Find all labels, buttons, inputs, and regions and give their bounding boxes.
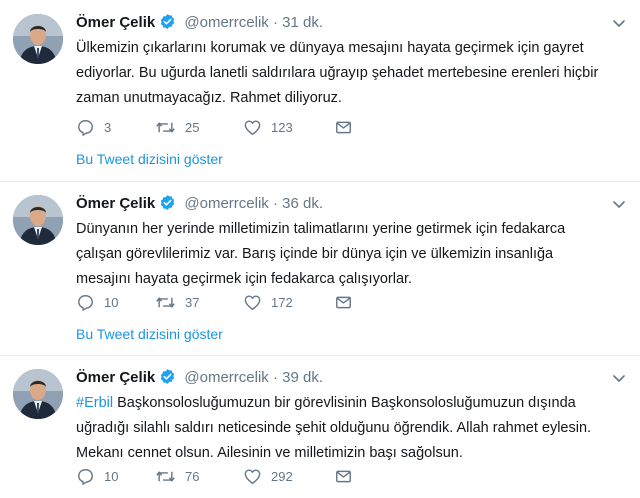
direct-message-button[interactable] — [334, 293, 353, 312]
reply-button[interactable]: 10 — [76, 467, 155, 486]
tweet[interactable]: Ömer Çelik @omerrcelik · 39 dk. #Erbil B… — [0, 355, 640, 498]
reply-count: 3 — [104, 119, 112, 135]
retweet-button[interactable]: 76 — [155, 467, 243, 486]
separator-dot: · — [272, 14, 278, 31]
tweet-text-line: Ülkemizin çıkarlarını korumak ve dünyaya… — [76, 40, 584, 56]
tweet-text-segment: Başkonsolosluğumuzun bir görevlisinin Ba… — [113, 395, 576, 411]
reply-button[interactable]: 3 — [76, 118, 155, 137]
tweet-text: #Erbil Başkonsolosluğumuzun bir görevlis… — [76, 391, 632, 466]
show-thread-link[interactable]: Bu Tweet dizisini göster — [76, 326, 223, 342]
tweet-text-line: #Erbil Başkonsolosluğumuzun bir görevlis… — [76, 391, 632, 416]
display-name[interactable]: Ömer Çelik — [76, 195, 155, 212]
show-thread-link[interactable]: Bu Tweet dizisini göster — [76, 151, 223, 167]
direct-message-button[interactable] — [334, 118, 353, 137]
tweet-text-line: ediyorlar. Bu uğurda lanetli saldırılara… — [76, 65, 599, 81]
like-count: 172 — [271, 294, 293, 310]
reply-count: 10 — [104, 468, 119, 484]
tweet-header: Ömer Çelik @omerrcelik · 31 dk. — [76, 12, 323, 34]
tweet-text-line: Mekanı cennet olsun. Ailesinin ve millet… — [76, 445, 463, 461]
tweet-actions: 10 76 292 — [76, 465, 353, 487]
tweet-text-line: Dünyanın her yerinde milletimizin talima… — [76, 221, 566, 237]
tweet-timestamp[interactable]: 31 dk. — [282, 14, 323, 31]
hashtag-link[interactable]: #Erbil — [76, 395, 113, 411]
tweet-timestamp[interactable]: 36 dk. — [282, 195, 323, 212]
avatar[interactable] — [13, 369, 63, 419]
tweet-text-line: çalışan görevlilerimiz var. Barış içinde… — [76, 246, 554, 262]
verified-badge-icon — [159, 368, 176, 392]
reply-icon — [76, 118, 95, 137]
separator-dot: · — [272, 195, 278, 212]
message-icon — [334, 293, 353, 312]
tweet-actions: 3 25 123 — [76, 116, 353, 138]
user-handle[interactable]: @omerrcelik — [184, 14, 268, 31]
tweet[interactable]: Ömer Çelik @omerrcelik · 31 dk. Ülkemizi… — [0, 0, 640, 181]
display-name[interactable]: Ömer Çelik — [76, 14, 155, 31]
verified-badge-icon — [159, 194, 176, 218]
display-name[interactable]: Ömer Çelik — [76, 369, 155, 386]
retweet-icon — [155, 293, 176, 312]
user-handle[interactable]: @omerrcelik — [184, 369, 268, 386]
tweet-header: Ömer Çelik @omerrcelik · 39 dk. — [76, 367, 323, 389]
reply-icon — [76, 293, 95, 312]
like-icon — [243, 467, 262, 486]
reply-count: 10 — [104, 294, 119, 310]
retweet-icon — [155, 118, 176, 137]
tweet-text-line: zaman unutmayacağız. Rahmet diliyoruz. — [76, 90, 342, 106]
chevron-down-icon[interactable] — [612, 197, 626, 215]
avatar[interactable] — [13, 195, 63, 245]
message-icon — [334, 118, 353, 137]
separator-dot: · — [272, 369, 278, 386]
like-icon — [243, 293, 262, 312]
tweet-text-line: uğradığı silahlı saldırı neticesinde şeh… — [76, 420, 592, 436]
reply-button[interactable]: 10 — [76, 293, 155, 312]
retweet-count: 37 — [185, 294, 200, 310]
tweet-timestamp[interactable]: 39 dk. — [282, 369, 323, 386]
message-icon — [334, 467, 353, 486]
like-button[interactable]: 172 — [243, 293, 334, 312]
retweet-button[interactable]: 25 — [155, 118, 243, 137]
tweet-header: Ömer Çelik @omerrcelik · 36 dk. — [76, 193, 323, 215]
tweet-actions: 10 37 172 — [76, 291, 353, 313]
like-button[interactable]: 123 — [243, 118, 334, 137]
tweet-text-line: mesajını hayata geçirmek için fedakarca … — [76, 271, 413, 287]
like-icon — [243, 118, 262, 137]
retweet-count: 76 — [185, 468, 200, 484]
tweet-feed: Ömer Çelik @omerrcelik · 31 dk. Ülkemizi… — [0, 0, 640, 498]
verified-badge-icon — [159, 13, 176, 37]
user-handle[interactable]: @omerrcelik — [184, 195, 268, 212]
chevron-down-icon[interactable] — [612, 371, 626, 389]
retweet-button[interactable]: 37 — [155, 293, 243, 312]
retweet-icon — [155, 467, 176, 486]
like-count: 123 — [271, 119, 293, 135]
like-count: 292 — [271, 468, 293, 484]
retweet-count: 25 — [185, 119, 200, 135]
tweet-text: Ülkemizin çıkarlarını korumak ve dünyaya… — [76, 36, 632, 111]
tweet-text: Dünyanın her yerinde milletimizin talima… — [76, 217, 632, 292]
reply-icon — [76, 467, 95, 486]
tweet[interactable]: Ömer Çelik @omerrcelik · 36 dk. Dünyanın… — [0, 181, 640, 355]
direct-message-button[interactable] — [334, 467, 353, 486]
avatar[interactable] — [13, 14, 63, 64]
like-button[interactable]: 292 — [243, 467, 334, 486]
chevron-down-icon[interactable] — [612, 16, 626, 34]
